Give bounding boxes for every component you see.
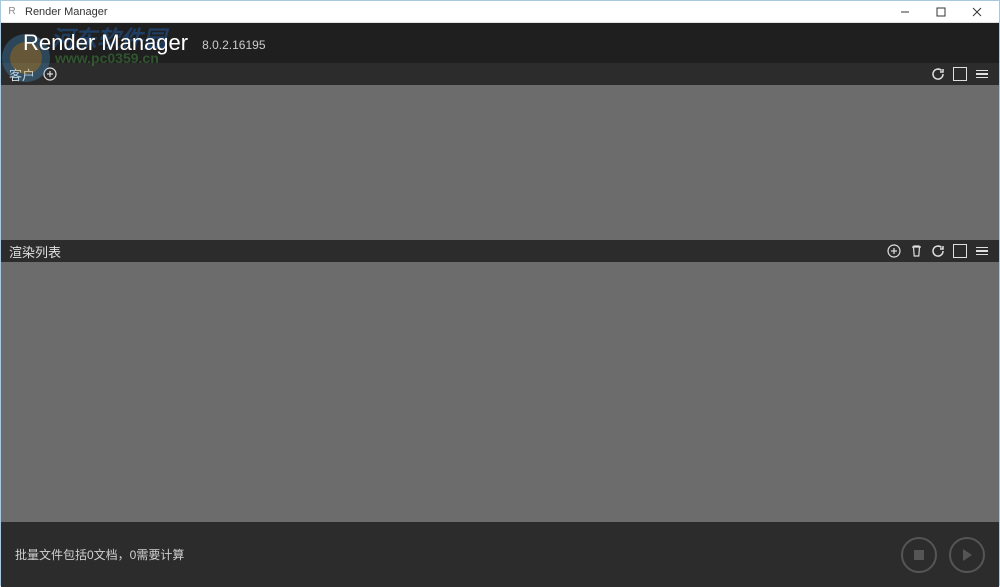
clients-label: 客户 xyxy=(9,65,35,84)
refresh-queue-icon[interactable] xyxy=(929,242,947,260)
queue-grid-view-toggle[interactable] xyxy=(951,242,969,260)
header-version: 8.0.2.16195 xyxy=(202,38,265,52)
queue-label: 渲染列表 xyxy=(9,242,61,261)
stop-button[interactable] xyxy=(901,537,937,573)
minimize-button[interactable] xyxy=(887,1,923,23)
queue-panel xyxy=(1,262,999,522)
clients-section: 客户 xyxy=(1,63,999,240)
header-title: Render Manager xyxy=(23,30,188,56)
grid-view-toggle[interactable] xyxy=(951,65,969,83)
window-titlebar: R Render Manager xyxy=(1,1,999,23)
delete-queue-item-icon[interactable] xyxy=(907,242,925,260)
app-header: 河东软件园 Render Manager 8.0.2.16195 www.pc0… xyxy=(1,23,999,63)
window-title: Render Manager xyxy=(25,6,108,18)
refresh-clients-icon[interactable] xyxy=(929,65,947,83)
queue-list-view-toggle[interactable] xyxy=(973,242,991,260)
app-icon: R xyxy=(5,5,19,19)
queue-section: 渲染列表 xyxy=(1,240,999,522)
clients-section-header: 客户 xyxy=(1,63,999,85)
add-queue-item-icon[interactable] xyxy=(885,242,903,260)
list-view-toggle[interactable] xyxy=(973,65,991,83)
queue-section-header: 渲染列表 xyxy=(1,240,999,262)
play-button[interactable] xyxy=(949,537,985,573)
add-client-button[interactable] xyxy=(41,65,59,83)
clients-panel xyxy=(1,85,999,240)
maximize-button[interactable] xyxy=(923,1,959,23)
status-text: 批量文件包括0文档，0需要计算 xyxy=(15,546,184,563)
status-bar: 批量文件包括0文档，0需要计算 xyxy=(1,522,999,587)
close-button[interactable] xyxy=(959,1,995,23)
